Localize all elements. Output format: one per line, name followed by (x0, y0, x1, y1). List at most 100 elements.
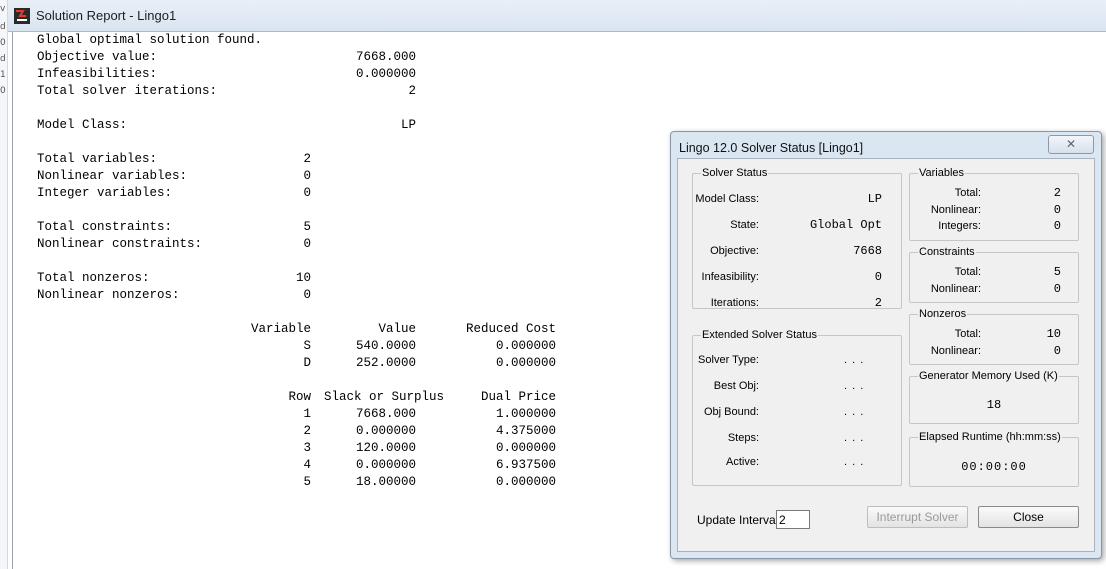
model-class-label: Model Class: (37, 118, 128, 132)
update-interval-label: Update Interval: (697, 513, 782, 527)
nonlinear-variables-label: Nonlinear variables: (37, 169, 188, 183)
variables-integers-label: Integers: (938, 220, 981, 232)
dialog-title: Lingo 12.0 Solver Status [Lingo1] (679, 141, 864, 155)
report-window-title: Solution Report - Lingo1 (36, 8, 177, 23)
table-row: 18.00000 (355, 475, 416, 489)
variables-nonlinear-value: 0 (1053, 203, 1061, 217)
solver-type-label: Solver Type: (698, 354, 759, 366)
table-row: 252.0000 (355, 356, 416, 370)
constraints-nonlinear-label: Nonlinear: (930, 283, 981, 295)
table-row: 3 (303, 441, 311, 455)
variables-nonlinear-label: Nonlinear: (930, 204, 981, 216)
dialog-content: Solver Status Model Class: LP State: Glo… (677, 158, 1095, 552)
edge-glyph: d (0, 22, 6, 32)
nonlinear-variables-value: 0 (303, 169, 311, 183)
solver-status-group: Solver Status (692, 167, 902, 309)
active-label: Active: (725, 456, 759, 468)
total-variables-label: Total variables: (37, 152, 158, 166)
integer-variables-label: Integer variables: (37, 186, 173, 200)
var-table-header-reduced-cost: Reduced Cost (465, 322, 556, 336)
var-table-header-value: Value (378, 322, 416, 336)
edge-glyph: 0 (0, 86, 6, 96)
infeasibility-value: 0 (874, 270, 882, 284)
iterations-value: 2 (408, 84, 416, 98)
nonzeros-total-label: Total: (954, 328, 981, 340)
table-row: 0.000000 (495, 475, 556, 489)
elapsed-runtime-group: Elapsed Runtime (hh:mm:ss) (909, 431, 1079, 487)
table-row: 0.000000 (495, 339, 556, 353)
nonlinear-constraints-label: Nonlinear constraints: (37, 237, 203, 251)
table-row: D (303, 356, 311, 370)
table-row: 4.375000 (495, 424, 556, 438)
extended-status-legend: Extended Solver Status (702, 329, 817, 341)
background-window-edge: v d 0 d 1 0 (0, 0, 8, 569)
elapsed-runtime-legend: Elapsed Runtime (hh:mm:ss) (919, 431, 1061, 443)
report-title-bar[interactable]: Solution Report - Lingo1 (8, 0, 1106, 32)
infeasibilities-value: 0.000000 (355, 67, 416, 81)
row-table-header-row: Row (288, 390, 311, 404)
solver-type-value: . . . (844, 354, 865, 366)
total-constraints-label: Total constraints: (37, 220, 173, 234)
iterations-value: 2 (874, 296, 882, 310)
steps-value: . . . (844, 432, 865, 444)
table-row: 2 (303, 424, 311, 438)
interrupt-solver-button[interactable]: Interrupt Solver (867, 506, 968, 528)
close-button[interactable]: Close (978, 506, 1079, 528)
generator-memory-group: Generator Memory Used (K) (909, 370, 1079, 424)
table-row: 6.937500 (495, 458, 556, 472)
steps-label: Steps: (727, 432, 759, 444)
table-row: 5 (303, 475, 311, 489)
table-row: 120.0000 (355, 441, 416, 455)
infeasibility-label: Infeasibility: (701, 271, 759, 283)
edge-glyph: v (0, 4, 6, 14)
nonzeros-legend: Nonzeros (919, 308, 967, 320)
total-variables-value: 2 (303, 152, 311, 166)
elapsed-runtime-value: 00:00:00 (961, 460, 1027, 474)
total-constraints-value: 5 (303, 220, 311, 234)
update-interval-input[interactable] (776, 510, 810, 529)
model-class-value: LP (400, 118, 416, 132)
integer-variables-value: 0 (303, 186, 311, 200)
solver-status-dialog[interactable]: Lingo 12.0 Solver Status [Lingo1] ✕ Solv… (670, 131, 1102, 559)
edge-glyph: 0 (0, 38, 6, 48)
status-line: Global optimal solution found. (37, 33, 263, 47)
objective-label: Objective value: (37, 50, 158, 64)
variables-legend: Variables (919, 167, 965, 179)
nonlinear-constraints-value: 0 (303, 237, 311, 251)
total-nonzeros-value: 10 (295, 271, 311, 285)
iterations-label: Iterations: (710, 297, 759, 309)
infeasibilities-label: Infeasibilities: (37, 67, 158, 81)
obj-bound-label: Obj Bound: (703, 406, 759, 418)
row-table-header-slack: Slack or Surplus (323, 390, 444, 404)
table-row: 0.000000 (355, 458, 416, 472)
row-table-header-dual-price: Dual Price (480, 390, 556, 404)
objective-label: Objective: (710, 245, 759, 257)
lingo-app-icon (14, 7, 30, 24)
table-row: 0.000000 (495, 356, 556, 370)
table-row: 540.0000 (355, 339, 416, 353)
state-label: State: (730, 219, 759, 231)
close-icon[interactable]: ✕ (1048, 135, 1094, 154)
table-row: 7668.000 (355, 407, 416, 421)
objective-value: 7668 (853, 244, 882, 258)
constraints-total-value: 5 (1053, 265, 1061, 279)
total-nonzeros-label: Total nonzeros: (37, 271, 150, 285)
table-row: S (303, 339, 311, 353)
nonlinear-nonzeros-value: 0 (303, 288, 311, 302)
var-table-header-variable: Variable (250, 322, 311, 336)
nonlinear-nonzeros-label: Nonlinear nonzeros: (37, 288, 180, 302)
table-row: 1 (303, 407, 311, 421)
table-row: 4 (303, 458, 311, 472)
table-row: 0.000000 (495, 441, 556, 455)
model-class-label: Model Class: (695, 193, 759, 205)
model-class-value: LP (867, 192, 882, 206)
objective-value: 7668.000 (355, 50, 416, 64)
variables-total-value: 2 (1053, 186, 1061, 200)
solver-status-legend: Solver Status (702, 167, 768, 179)
constraints-nonlinear-value: 0 (1053, 282, 1061, 296)
table-row: 0.000000 (355, 424, 416, 438)
generator-memory-legend: Generator Memory Used (K) (919, 370, 1058, 382)
nonzeros-nonlinear-value: 0 (1053, 344, 1061, 358)
constraints-legend: Constraints (919, 246, 975, 258)
obj-bound-value: . . . (844, 406, 865, 418)
